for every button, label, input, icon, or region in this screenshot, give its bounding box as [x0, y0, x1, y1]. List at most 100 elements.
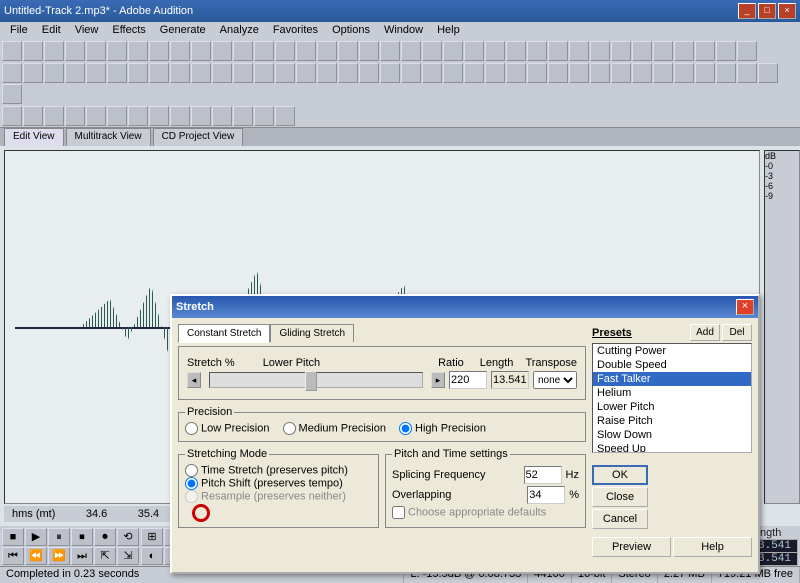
minimize-button[interactable]: _	[738, 3, 756, 19]
toolbar-button[interactable]	[611, 41, 631, 61]
toolbar-button[interactable]	[569, 63, 589, 83]
radio-pitch-shift[interactable]: Pitch Shift (preserves tempo)	[185, 477, 343, 490]
toolbar-button[interactable]	[464, 41, 484, 61]
toolbar-button[interactable]	[128, 106, 148, 126]
toolbar-button[interactable]	[44, 41, 64, 61]
zoom-button[interactable]: ⊞	[141, 528, 163, 546]
radio-high-precision[interactable]: High Precision	[399, 422, 486, 435]
toolbar-button[interactable]	[338, 63, 358, 83]
tab-constant-stretch[interactable]: Constant Stretch	[178, 324, 270, 343]
preset-item[interactable]: Raise Pitch	[593, 414, 751, 428]
toolbar-button[interactable]	[86, 63, 106, 83]
radio-time-stretch[interactable]: Time Stretch (preserves pitch)	[185, 464, 348, 477]
splice-input[interactable]	[524, 466, 562, 484]
transport-button[interactable]: ⏪	[25, 547, 47, 565]
transport-button[interactable]: ⇱	[94, 547, 116, 565]
zoom-button[interactable]: ◐	[141, 547, 163, 565]
toolbar-button[interactable]	[149, 41, 169, 61]
close-dialog-button[interactable]: Close	[592, 487, 648, 507]
toolbar-button[interactable]	[506, 63, 526, 83]
toolbar-button[interactable]	[443, 41, 463, 61]
toolbar-button[interactable]	[464, 63, 484, 83]
tab-cd-project-view[interactable]: CD Project View	[153, 128, 244, 146]
preset-item[interactable]: Double Speed	[593, 358, 751, 372]
toolbar-button[interactable]	[695, 63, 715, 83]
transport-button[interactable]: ■	[2, 528, 24, 546]
menu-options[interactable]: Options	[326, 23, 376, 39]
toolbar-button[interactable]	[44, 106, 64, 126]
radio-low-precision[interactable]: Low Precision	[185, 422, 269, 435]
transport-button[interactable]: ▶	[25, 528, 47, 546]
toolbar-button[interactable]	[758, 63, 778, 83]
toolbar-button[interactable]	[443, 63, 463, 83]
toolbar-button[interactable]	[590, 63, 610, 83]
stretch-slider[interactable]	[209, 372, 423, 388]
preset-item[interactable]: Slow Down	[593, 428, 751, 442]
toolbar-button[interactable]	[2, 84, 22, 104]
preset-item[interactable]: Speed Up	[593, 442, 751, 453]
toolbar-button[interactable]	[653, 63, 673, 83]
menu-generate[interactable]: Generate	[154, 23, 212, 39]
toolbar-button[interactable]	[674, 63, 694, 83]
toolbar-button[interactable]	[191, 63, 211, 83]
toolbar-button[interactable]	[716, 41, 736, 61]
preset-item[interactable]: Helium	[593, 386, 751, 400]
transport-button[interactable]: ⏸	[48, 528, 70, 546]
toolbar-button[interactable]	[548, 41, 568, 61]
toolbar-button[interactable]	[380, 63, 400, 83]
toolbar-button[interactable]	[632, 63, 652, 83]
toolbar-button[interactable]	[2, 106, 22, 126]
toolbar-button[interactable]	[590, 41, 610, 61]
toolbar-button[interactable]	[23, 41, 43, 61]
toolbar-button[interactable]	[611, 63, 631, 83]
toolbar-button[interactable]	[338, 41, 358, 61]
transport-button[interactable]: ⏺	[94, 528, 116, 546]
preset-add-button[interactable]: Add	[690, 324, 720, 341]
toolbar-button[interactable]	[65, 106, 85, 126]
toolbar-button[interactable]	[422, 41, 442, 61]
toolbar-button[interactable]	[86, 41, 106, 61]
toolbar-button[interactable]	[128, 41, 148, 61]
tab-multitrack-view[interactable]: Multitrack View	[66, 128, 151, 146]
toolbar-button[interactable]	[422, 63, 442, 83]
toolbar-button[interactable]	[737, 63, 757, 83]
toolbar-button[interactable]	[254, 106, 274, 126]
toolbar-button[interactable]	[506, 41, 526, 61]
toolbar-button[interactable]	[149, 106, 169, 126]
toolbar-button[interactable]	[527, 63, 547, 83]
toolbar-button[interactable]	[107, 106, 127, 126]
toolbar-button[interactable]	[485, 63, 505, 83]
menu-file[interactable]: File	[4, 23, 34, 39]
ok-button[interactable]: OK	[592, 465, 648, 485]
toolbar-button[interactable]	[254, 41, 274, 61]
tab-edit-view[interactable]: Edit View	[4, 128, 64, 146]
toolbar-button[interactable]	[107, 41, 127, 61]
toolbar-button[interactable]	[233, 106, 253, 126]
toolbar-button[interactable]	[317, 41, 337, 61]
preview-button[interactable]: Preview	[592, 537, 671, 557]
tab-gliding-stretch[interactable]: Gliding Stretch	[270, 324, 354, 342]
toolbar-button[interactable]	[275, 106, 295, 126]
toolbar-button[interactable]	[632, 41, 652, 61]
toolbar-button[interactable]	[212, 63, 232, 83]
toolbar-button[interactable]	[212, 106, 232, 126]
toolbar-button[interactable]	[2, 41, 22, 61]
menu-help[interactable]: Help	[431, 23, 466, 39]
slider-right-arrow[interactable]: ▸	[431, 372, 445, 388]
toolbar-button[interactable]	[569, 41, 589, 61]
toolbar-button[interactable]	[401, 63, 421, 83]
toolbar-button[interactable]	[191, 106, 211, 126]
transport-button[interactable]: ⏭	[71, 547, 93, 565]
toolbar-button[interactable]	[674, 41, 694, 61]
menu-effects[interactable]: Effects	[106, 23, 151, 39]
toolbar-button[interactable]	[170, 41, 190, 61]
preset-del-button[interactable]: Del	[722, 324, 752, 341]
close-button[interactable]: ×	[778, 3, 796, 19]
cancel-button[interactable]: Cancel	[592, 509, 648, 529]
toolbar-button[interactable]	[317, 63, 337, 83]
dialog-titlebar[interactable]: Stretch ×	[172, 296, 758, 318]
toolbar-button[interactable]	[296, 63, 316, 83]
toolbar-button[interactable]	[233, 63, 253, 83]
toolbar-button[interactable]	[548, 63, 568, 83]
toolbar-button[interactable]	[695, 41, 715, 61]
